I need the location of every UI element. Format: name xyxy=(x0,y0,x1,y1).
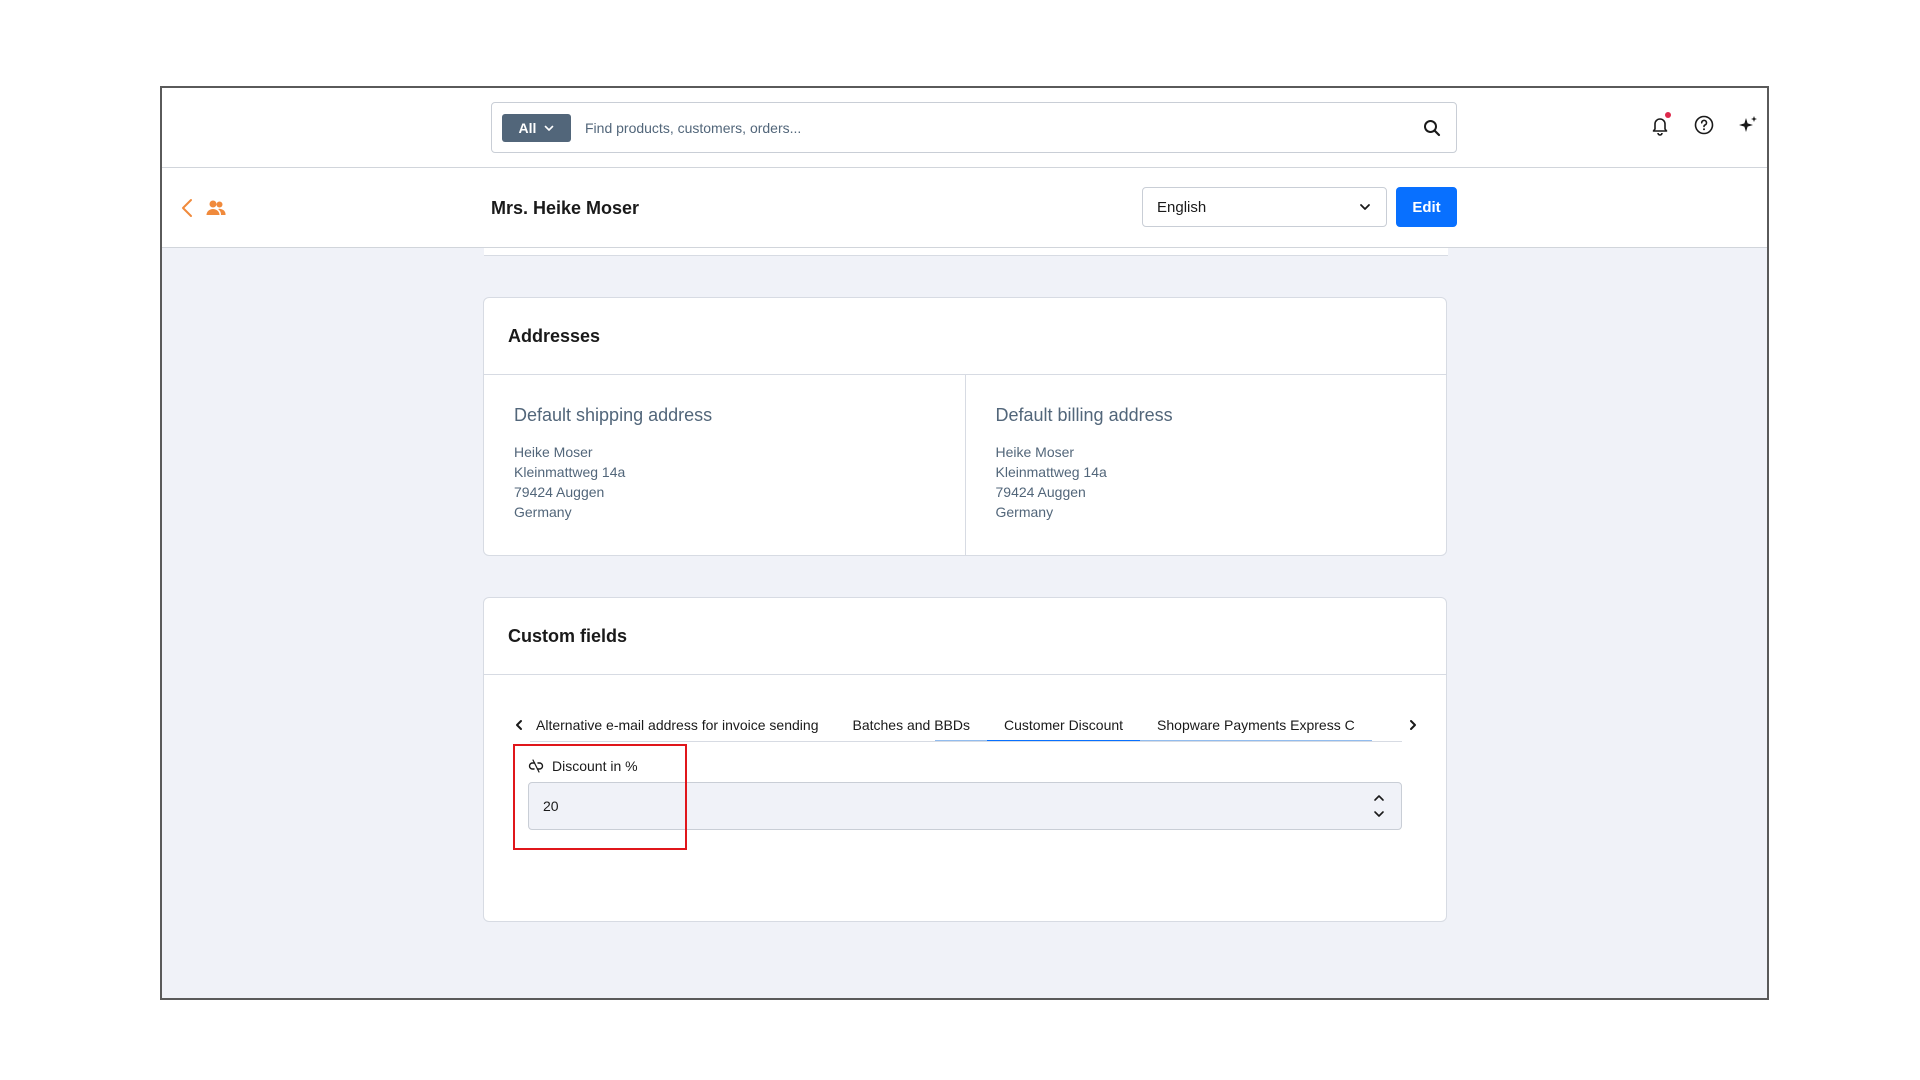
tab-shopware-payments-express[interactable]: Shopware Payments Express C xyxy=(1140,708,1372,741)
discount-field-label: Discount in % xyxy=(528,758,638,774)
custom-fields-card: Custom fields Alternative e-mail address… xyxy=(483,597,1447,922)
top-bar: All xyxy=(162,88,1767,168)
custom-fields-title: Custom fields xyxy=(484,598,1446,675)
search-input[interactable] xyxy=(585,119,1422,136)
custom-field-set-tabs: Alternative e-mail address for invoice s… xyxy=(512,708,1420,742)
active-tab-indicator xyxy=(987,740,1141,741)
shipping-address: Default shipping address Heike Moser Kle… xyxy=(484,375,965,556)
addresses-card: Addresses Default shipping address Heike… xyxy=(483,297,1447,556)
address-line: 79424 Auggen xyxy=(995,484,1086,500)
app-window: All Mrs. Heike Moser English xyxy=(160,86,1769,1000)
tab-customer-discount[interactable]: Customer Discount xyxy=(987,708,1140,741)
address-line: Germany xyxy=(995,504,1054,520)
tab-alternative-email[interactable]: Alternative e-mail address for invoice s… xyxy=(530,708,835,741)
chevron-right-icon[interactable] xyxy=(1406,718,1420,732)
address-line: Kleinmattweg 14a xyxy=(995,464,1107,480)
chevron-left-icon[interactable] xyxy=(512,718,526,732)
customers-icon xyxy=(206,200,226,215)
top-bar-actions xyxy=(1649,112,1767,136)
address-line: Germany xyxy=(514,504,572,520)
help-icon xyxy=(1694,115,1714,135)
search-icon[interactable] xyxy=(1422,118,1442,138)
discount-value: 20 xyxy=(543,798,559,814)
page-title: Mrs. Heike Moser xyxy=(491,198,640,218)
global-search: All xyxy=(491,102,1457,153)
tab-batches-bbds[interactable]: Batches and BBDs xyxy=(835,708,987,741)
notifications-button[interactable] xyxy=(1649,112,1671,136)
shipping-address-heading: Default shipping address xyxy=(514,405,713,425)
language-select[interactable]: English xyxy=(1142,187,1387,227)
notification-badge xyxy=(1665,112,1671,118)
quantity-stepper xyxy=(1373,793,1385,819)
address-line: 79424 Auggen xyxy=(514,484,605,500)
search-type-label: All xyxy=(518,119,537,136)
language-select-value: English xyxy=(1157,198,1207,216)
discount-label-text: Discount in % xyxy=(552,758,638,774)
page-header: Mrs. Heike Moser English Edit xyxy=(162,168,1767,248)
billing-address: Default billing address Heike Moser Klei… xyxy=(964,375,1447,556)
ai-assistant-button[interactable] xyxy=(1737,114,1759,136)
search-type-dropdown[interactable]: All xyxy=(502,113,571,142)
addresses-title: Addresses xyxy=(484,298,1446,375)
tab-track: Alternative e-mail address for invoice s… xyxy=(530,708,1402,742)
chevron-down-icon[interactable] xyxy=(1373,809,1385,819)
inheritance-link-icon[interactable] xyxy=(528,758,544,774)
help-button[interactable] xyxy=(1693,114,1715,136)
address-line: Heike Moser xyxy=(514,444,593,460)
chevron-up-icon[interactable] xyxy=(1373,793,1385,803)
discount-number-input[interactable]: 20 xyxy=(528,782,1402,830)
address-line: Heike Moser xyxy=(995,444,1075,460)
edit-button[interactable]: Edit xyxy=(1396,187,1457,227)
billing-address-heading: Default billing address xyxy=(995,405,1173,425)
address-line: Kleinmattweg 14a xyxy=(514,464,626,480)
back-icon[interactable] xyxy=(180,197,194,219)
previous-card-edge xyxy=(484,248,1448,256)
chevron-down-icon xyxy=(1360,204,1370,210)
sparkle-icon xyxy=(1739,116,1757,132)
chevron-down-icon xyxy=(545,125,554,131)
